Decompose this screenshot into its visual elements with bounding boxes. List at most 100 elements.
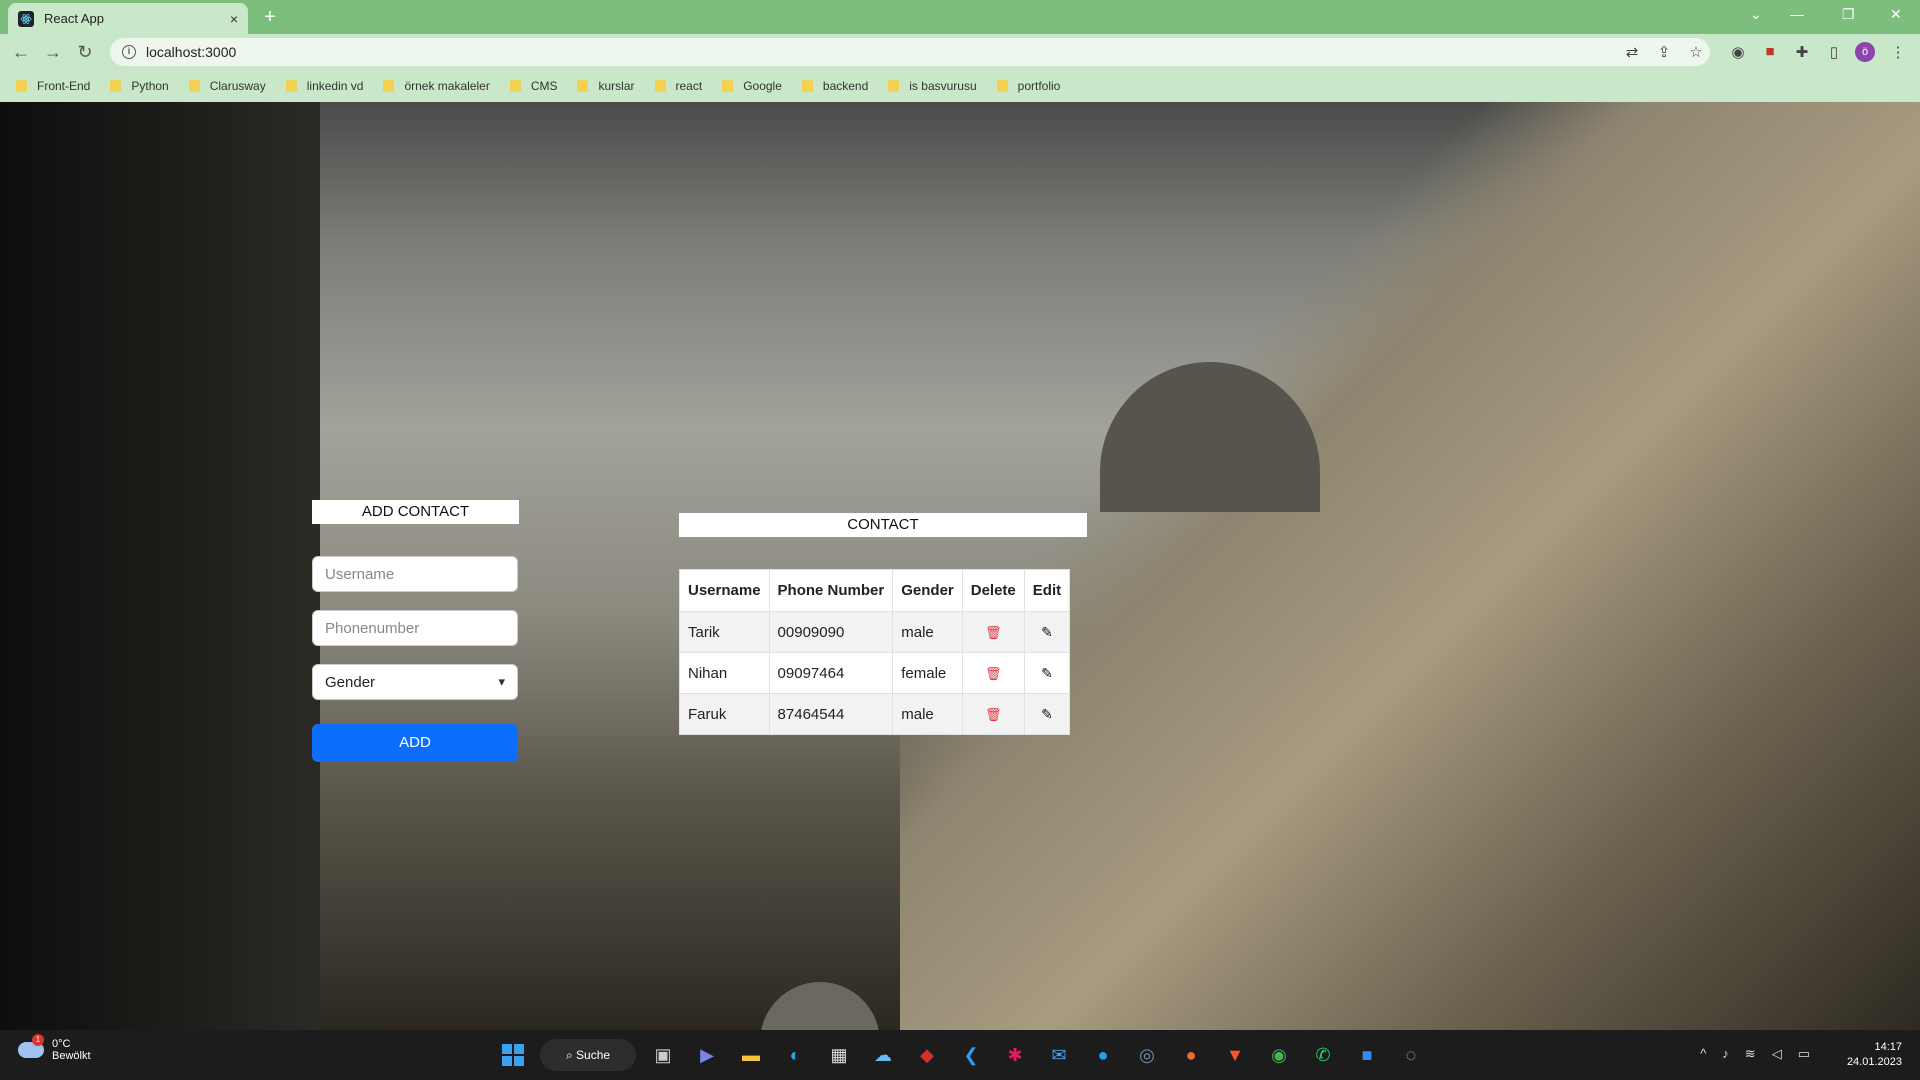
new-tab-button[interactable]: + — [258, 6, 282, 29]
cell-edit: ✎ — [1023, 693, 1071, 735]
trash-icon[interactable]: 🗑︎ — [985, 625, 1002, 640]
battery-icon[interactable]: ▭ — [1798, 1046, 1810, 1062]
screen-recorder-icon[interactable]: ◌ — [1394, 1038, 1428, 1072]
folder-icon — [888, 80, 900, 92]
chrome-icon[interactable]: ◉ — [1262, 1038, 1296, 1072]
whatsapp-icon[interactable]: ✆ — [1306, 1038, 1340, 1072]
bookmark-folder[interactable]: Python — [110, 79, 169, 93]
translate-icon[interactable]: ⇄ — [1622, 43, 1642, 61]
clock-date: 24.01.2023 — [1846, 1056, 1902, 1068]
folder-icon — [801, 80, 813, 92]
edge-browser-icon[interactable]: ◐ — [778, 1038, 812, 1072]
file-explorer-icon[interactable]: ▬ — [734, 1038, 768, 1072]
minimize-icon[interactable]: — — [1790, 6, 1804, 22]
taskbar-search[interactable]: ⌕ Suche — [540, 1039, 636, 1071]
bookmark-folder[interactable]: CMS — [509, 79, 557, 93]
cell-gender: female — [892, 652, 963, 694]
start-button[interactable] — [496, 1038, 530, 1072]
cell-username: Tarik — [679, 611, 770, 653]
mail-icon[interactable]: ✉ — [1042, 1038, 1076, 1072]
windows-logo-icon — [502, 1044, 524, 1066]
bookmark-folder[interactable]: kurslar — [577, 79, 635, 93]
weather-temperature: 0°C — [52, 1038, 71, 1050]
profile-avatar[interactable]: ö — [1855, 42, 1875, 62]
extension-icon[interactable]: ◉ — [1728, 43, 1748, 61]
wifi-icon[interactable]: ≋ — [1745, 1046, 1756, 1062]
contact-heading: CONTACT — [679, 513, 1087, 537]
bookmark-star-icon[interactable]: ☆ — [1686, 43, 1706, 61]
reload-icon[interactable]: ↻ — [74, 42, 96, 63]
cell-edit: ✎ — [1023, 611, 1071, 653]
weather-app-icon[interactable]: ☁ — [866, 1038, 900, 1072]
bookmark-folder[interactable]: Clarusway — [188, 79, 266, 93]
bookmark-folder[interactable]: Front-End — [16, 79, 90, 93]
window-close-icon[interactable]: ✕ — [1890, 6, 1902, 23]
column-header: Edit — [1023, 569, 1071, 612]
column-header: Phone Number — [768, 569, 894, 612]
add-contact-form: ADD CONTACT Username Phonenumber Gender … — [312, 500, 519, 762]
bookmark-folder[interactable]: portfolio — [996, 79, 1060, 93]
column-header: Delete — [961, 569, 1025, 612]
vscode-icon[interactable]: ❮ — [954, 1038, 988, 1072]
back-icon[interactable]: ← — [10, 42, 32, 63]
address-bar[interactable]: i localhost:3000 — [110, 38, 1710, 66]
react-favicon-icon — [18, 10, 34, 27]
side-panel-icon[interactable]: ▯ — [1824, 43, 1844, 61]
restore-icon[interactable]: ❐ — [1842, 6, 1855, 23]
forward-icon[interactable]: → — [42, 42, 64, 63]
contact-panel: CONTACT Username Phone Number Gender Del… — [679, 513, 1087, 735]
menu-kebab-icon[interactable]: ⋮ — [1888, 43, 1908, 61]
site-info-icon[interactable]: i — [122, 45, 136, 59]
browser-tab-strip: React App × + ⌄ — ❐ ✕ — [0, 0, 1920, 34]
clock[interactable]: 14:17 24.01.2023 — [1847, 1040, 1902, 1070]
add-button[interactable]: ADD — [312, 724, 518, 762]
teams-chat-icon[interactable]: ▶ — [690, 1038, 724, 1072]
volume-icon[interactable]: ◁ — [1772, 1046, 1782, 1062]
contact-table: Username Phone Number Gender Delete Edit… — [679, 569, 1071, 735]
cell-edit: ✎ — [1023, 652, 1071, 694]
folder-icon — [509, 80, 521, 92]
tray-overflow-icon[interactable]: ^ — [1700, 1046, 1706, 1062]
gender-select[interactable]: Gender ▾ — [312, 664, 518, 700]
phonenumber-input[interactable]: Phonenumber — [312, 610, 518, 646]
bookmark-folder[interactable]: backend — [801, 79, 868, 93]
tab-search-icon[interactable]: ⌄ — [1750, 6, 1762, 23]
pencil-icon[interactable]: ✎ — [1041, 665, 1053, 681]
mcafee-icon[interactable]: ◆ — [910, 1038, 944, 1072]
folder-icon — [996, 80, 1008, 92]
bookmark-folder[interactable]: is basvurusu — [888, 79, 977, 93]
trash-icon[interactable]: 🗑︎ — [985, 666, 1002, 681]
pencil-icon[interactable]: ✎ — [1041, 624, 1053, 640]
clock-time: 14:17 — [1874, 1041, 1902, 1053]
task-view-icon[interactable]: ▣ — [646, 1038, 680, 1072]
extension-red-icon[interactable]: ■ — [1760, 43, 1780, 60]
username-input[interactable]: Username — [312, 556, 518, 592]
postgres-icon[interactable]: ◎ — [1130, 1038, 1164, 1072]
bookmark-folder[interactable]: react — [654, 79, 702, 93]
tab-title: React App — [44, 11, 104, 26]
cell-gender: male — [892, 693, 963, 735]
pencil-icon[interactable]: ✎ — [1041, 706, 1053, 722]
bookmark-folder[interactable]: örnek makaleler — [383, 79, 490, 93]
brave-icon[interactable]: ▼ — [1218, 1038, 1252, 1072]
puzzle-icon[interactable]: ✚ — [1792, 43, 1812, 61]
browser-tab[interactable]: React App × — [8, 3, 248, 34]
taskbar-apps: ⌕ Suche ▣ ▶ ▬ ◐ ▦ ☁ ◆ ❮ ✱ ✉ ● ◎ ● ▼ ◉ ✆ … — [496, 1038, 1438, 1072]
share-icon[interactable]: ⇪ — [1654, 43, 1674, 61]
twitter-icon[interactable]: ● — [1086, 1038, 1120, 1072]
trash-icon[interactable]: 🗑︎ — [985, 707, 1002, 722]
slack-icon[interactable]: ✱ — [998, 1038, 1032, 1072]
folder-icon — [16, 80, 27, 92]
weather-widget[interactable]: 1 0°C Bewölkt — [18, 1034, 91, 1062]
chevron-down-icon: ▾ — [498, 674, 505, 689]
column-header: Username — [679, 569, 770, 612]
bookmark-folder[interactable]: Google — [722, 79, 782, 93]
store-icon[interactable]: ▦ — [822, 1038, 856, 1072]
tab-close-icon[interactable]: × — [230, 11, 238, 27]
cloud-icon: 1 — [18, 1034, 44, 1058]
notification-badge: 1 — [32, 1034, 44, 1046]
zoom-icon[interactable]: ■ — [1350, 1038, 1384, 1072]
microphone-icon[interactable]: ♪ — [1722, 1046, 1729, 1062]
bookmark-folder[interactable]: linkedin vd — [285, 79, 363, 93]
postman-icon[interactable]: ● — [1174, 1038, 1208, 1072]
